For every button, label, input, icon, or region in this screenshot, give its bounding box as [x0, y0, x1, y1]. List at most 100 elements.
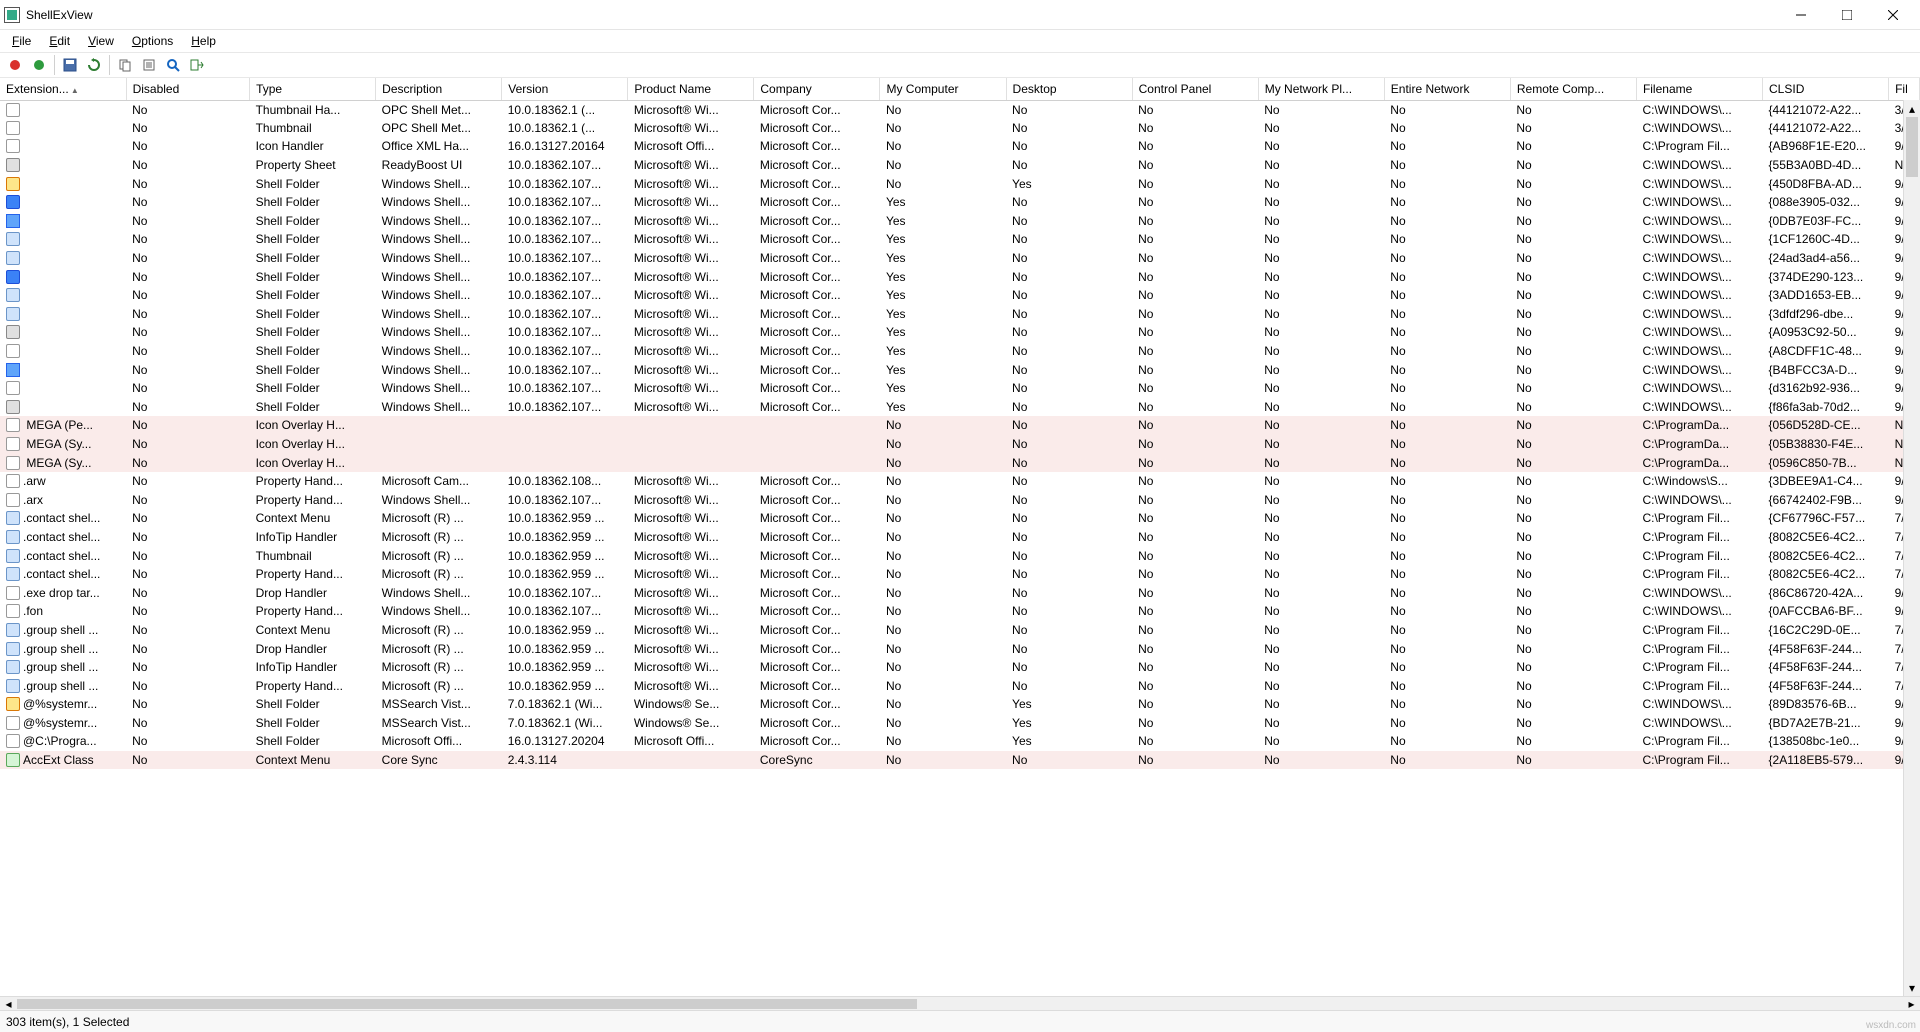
disable-button[interactable] — [4, 54, 26, 76]
cell-clsid: {d3162b92-936... — [1763, 379, 1889, 398]
table-row[interactable]: AccExt ClassNoContext MenuCore Sync2.4.3… — [0, 751, 1920, 770]
cell-fn: C:\WINDOWS\... — [1636, 398, 1762, 417]
save-button[interactable] — [59, 54, 81, 76]
table-row[interactable]: .contact shel...NoProperty Hand...Micros… — [0, 565, 1920, 584]
column-header-mnp[interactable]: My Network Pl... — [1258, 78, 1384, 100]
cell-cp: No — [1132, 212, 1258, 231]
hscroll-thumb[interactable] — [17, 999, 917, 1009]
cell-en: No — [1384, 323, 1510, 342]
enable-button[interactable] — [28, 54, 50, 76]
table-row[interactable]: NoShell FolderWindows Shell...10.0.18362… — [0, 249, 1920, 268]
column-header-myc[interactable]: My Computer — [880, 78, 1006, 100]
table-row[interactable]: NoShell FolderWindows Shell...10.0.18362… — [0, 267, 1920, 286]
table-row[interactable]: MEGA (Sy...NoIcon Overlay H...NoNoNoNoNo… — [0, 453, 1920, 472]
column-header-desk[interactable]: Desktop — [1006, 78, 1132, 100]
horizontal-scrollbar[interactable]: ◂ ▸ — [0, 996, 1920, 1010]
table-row[interactable]: .exe drop tar...NoDrop HandlerWindows Sh… — [0, 583, 1920, 602]
table-row[interactable]: NoIcon HandlerOffice XML Ha...16.0.13127… — [0, 137, 1920, 156]
cell-clsid: {3DBEE9A1-C4... — [1763, 472, 1889, 491]
column-header-comp[interactable]: Company — [754, 78, 880, 100]
maximize-button[interactable] — [1824, 0, 1870, 30]
table-row[interactable]: NoShell FolderWindows Shell...10.0.18362… — [0, 323, 1920, 342]
table-row[interactable]: NoShell FolderWindows Shell...10.0.18362… — [0, 398, 1920, 417]
cell-ext — [0, 137, 126, 156]
table-row[interactable]: @C:\Progra...NoShell FolderMicrosoft Off… — [0, 732, 1920, 751]
column-header-fn[interactable]: Filename — [1636, 78, 1762, 100]
table-row[interactable]: @%systemr...NoShell FolderMSSearch Vist.… — [0, 695, 1920, 714]
column-header-clsid[interactable]: CLSID — [1763, 78, 1889, 100]
cell-en: No — [1384, 528, 1510, 547]
table-row[interactable]: NoShell FolderWindows Shell...10.0.18362… — [0, 379, 1920, 398]
table-row[interactable]: NoShell FolderWindows Shell...10.0.18362… — [0, 360, 1920, 379]
close-button[interactable] — [1870, 0, 1916, 30]
table-row[interactable]: .contact shel...NoInfoTip HandlerMicroso… — [0, 528, 1920, 547]
cell-disabled: No — [126, 435, 250, 454]
table-row[interactable]: .group shell ...NoDrop HandlerMicrosoft … — [0, 639, 1920, 658]
column-header-disabled[interactable]: Disabled — [126, 78, 250, 100]
column-header-cp[interactable]: Control Panel — [1132, 78, 1258, 100]
table-row[interactable]: .group shell ...NoInfoTip HandlerMicroso… — [0, 658, 1920, 677]
cell-mnp: No — [1258, 286, 1384, 305]
table-row[interactable]: .contact shel...NoContext MenuMicrosoft … — [0, 509, 1920, 528]
table-row[interactable]: NoProperty SheetReadyBoost UI10.0.18362.… — [0, 156, 1920, 175]
column-header-rc[interactable]: Remote Comp... — [1510, 78, 1636, 100]
scroll-up-button[interactable]: ▴ — [1904, 100, 1920, 117]
table-row[interactable]: .fonNoProperty Hand...Windows Shell...10… — [0, 602, 1920, 621]
menu-view[interactable]: View — [80, 32, 122, 50]
scroll-right-button[interactable]: ▸ — [1903, 997, 1920, 1011]
properties-button[interactable] — [138, 54, 160, 76]
column-header-en[interactable]: Entire Network — [1384, 78, 1510, 100]
cell-prod: Microsoft® Wi... — [628, 546, 754, 565]
table-row[interactable]: NoThumbnail Ha...OPC Shell Met...10.0.18… — [0, 100, 1920, 119]
cell-ver: 10.0.18362.107... — [502, 267, 628, 286]
column-header-fil[interactable]: Fil — [1889, 78, 1920, 100]
table-row[interactable]: .contact shel...NoThumbnailMicrosoft (R)… — [0, 546, 1920, 565]
column-header-type[interactable]: Type — [250, 78, 376, 100]
scroll-thumb[interactable] — [1906, 117, 1918, 177]
scroll-down-button[interactable]: ▾ — [1904, 979, 1920, 996]
table-row[interactable]: .arxNoProperty Hand...Windows Shell...10… — [0, 490, 1920, 509]
header-row[interactable]: Extension...DisabledTypeDescriptionVersi… — [0, 78, 1920, 100]
table-row[interactable]: NoShell FolderWindows Shell...10.0.18362… — [0, 174, 1920, 193]
table-row[interactable]: NoShell FolderWindows Shell...10.0.18362… — [0, 286, 1920, 305]
column-header-prod[interactable]: Product Name — [628, 78, 754, 100]
hscroll-track[interactable] — [17, 997, 1903, 1011]
column-header-ver[interactable]: Version — [502, 78, 628, 100]
table-row[interactable]: MEGA (Sy...NoIcon Overlay H...NoNoNoNoNo… — [0, 435, 1920, 454]
cell-rc: No — [1510, 751, 1636, 770]
table-row[interactable]: .group shell ...NoContext MenuMicrosoft … — [0, 621, 1920, 640]
cell-ver: 10.0.18362.959 ... — [502, 528, 628, 547]
table-row[interactable]: MEGA (Pe...NoIcon Overlay H...NoNoNoNoNo… — [0, 416, 1920, 435]
menu-file[interactable]: File — [4, 32, 39, 50]
cell-type: Shell Folder — [250, 732, 376, 751]
vertical-scrollbar[interactable]: ▴ ▾ — [1903, 100, 1920, 996]
menu-options[interactable]: Options — [124, 32, 181, 50]
table-row[interactable]: .group shell ...NoProperty Hand...Micros… — [0, 676, 1920, 695]
find-button[interactable] — [162, 54, 184, 76]
table-row[interactable]: .arwNoProperty Hand...Microsoft Cam...10… — [0, 472, 1920, 491]
exit-button[interactable] — [186, 54, 208, 76]
menu-help[interactable]: Help — [183, 32, 224, 50]
cell-en: No — [1384, 137, 1510, 156]
table-row[interactable]: NoThumbnailOPC Shell Met...10.0.18362.1 … — [0, 119, 1920, 138]
scroll-track[interactable] — [1904, 117, 1920, 979]
cell-ext: .contact shel... — [0, 565, 126, 584]
table-row[interactable]: NoShell FolderWindows Shell...10.0.18362… — [0, 342, 1920, 361]
cell-fn: C:\WINDOWS\... — [1636, 305, 1762, 324]
minimize-button[interactable] — [1778, 0, 1824, 30]
cell-myc: No — [880, 583, 1006, 602]
cell-clsid: {4F58F63F-244... — [1763, 639, 1889, 658]
table-row[interactable]: NoShell FolderWindows Shell...10.0.18362… — [0, 230, 1920, 249]
cell-fn: C:\WINDOWS\... — [1636, 119, 1762, 138]
column-header-ext[interactable]: Extension... — [0, 78, 126, 100]
table-row[interactable]: NoShell FolderWindows Shell...10.0.18362… — [0, 193, 1920, 212]
extensions-grid[interactable]: Extension...DisabledTypeDescriptionVersi… — [0, 78, 1920, 996]
refresh-button[interactable] — [83, 54, 105, 76]
scroll-left-button[interactable]: ◂ — [0, 997, 17, 1011]
table-row[interactable]: NoShell FolderWindows Shell...10.0.18362… — [0, 305, 1920, 324]
table-row[interactable]: NoShell FolderWindows Shell...10.0.18362… — [0, 212, 1920, 231]
table-row[interactable]: @%systemr...NoShell FolderMSSearch Vist.… — [0, 714, 1920, 733]
copy-button[interactable] — [114, 54, 136, 76]
column-header-desc[interactable]: Description — [376, 78, 502, 100]
menu-edit[interactable]: Edit — [41, 32, 78, 50]
